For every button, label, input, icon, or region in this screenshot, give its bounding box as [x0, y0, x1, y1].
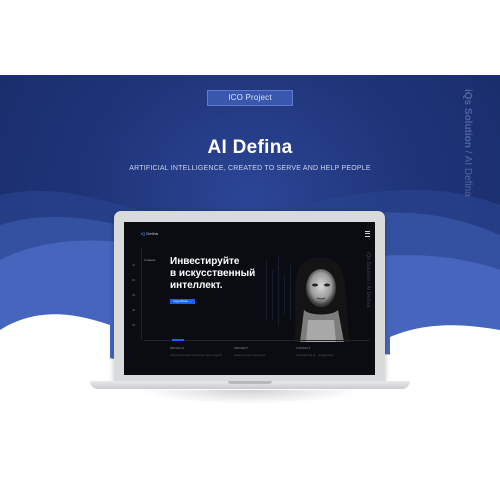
side-number[interactable]: 02 — [132, 273, 135, 288]
screen-vertical-text: iQs Solution / AI Defina — [365, 252, 371, 308]
footer-column-title: CONTACT — [296, 346, 311, 350]
footer-column-text: искусственный интеллект для людей — [170, 353, 222, 357]
page-subtitle: ARTIFICIAL INTELLIGENCE, CREATED TO SERV… — [129, 165, 371, 172]
project-badge: ICO Project — [207, 90, 293, 106]
footer-accent-bar — [172, 339, 184, 341]
site-logo-text: Defina — [146, 231, 158, 236]
side-number[interactable]: 04 — [132, 303, 135, 318]
side-number[interactable]: 01 — [132, 258, 135, 273]
hero-heading: Инвестируйте в искусственный интеллект. — [170, 256, 255, 292]
side-number[interactable]: 03 — [132, 288, 135, 303]
laptop-notch — [228, 381, 272, 384]
page-title: AI Defina — [207, 137, 293, 158]
laptop-screen: iQ Defina 01 02 03 04 05 Главная Инвести… — [124, 222, 375, 375]
footer-column-title: PROJECT — [234, 346, 249, 350]
hero-portrait-image — [264, 250, 360, 342]
hero-heading-line: интеллект. — [170, 280, 223, 291]
hamburger-menu-icon[interactable] — [365, 231, 370, 237]
sidebar-divider — [141, 248, 142, 340]
footer-column: DEFINA AI искусственный интеллект для лю… — [170, 346, 230, 357]
side-number[interactable]: 05 — [132, 318, 135, 333]
nav-item-home[interactable]: Главная — [144, 258, 155, 262]
footer-column-title: DEFINA AI — [170, 346, 185, 350]
footer-column: CONTACT info@defina.ai · поддержка — [296, 346, 356, 357]
more-button[interactable]: подробнее → — [170, 299, 195, 304]
vertical-brand-thin: / AI Defina — [462, 150, 473, 197]
hero-heading-line: в искусственный — [170, 268, 256, 279]
footer-column-text: info@defina.ai · поддержка — [296, 353, 334, 357]
laptop-shadow — [140, 390, 360, 404]
footer-column: PROJECT инвестиции в будущее — [234, 346, 294, 357]
hero-heading-line: Инвестируйте — [170, 256, 240, 267]
side-numbers: 01 02 03 04 05 — [132, 258, 135, 333]
vertical-brand-text: iQs Solution / AI Defina — [462, 89, 473, 197]
footer-column-text: инвестиции в будущее — [234, 353, 266, 357]
site-logo-mark: iQ — [141, 231, 146, 236]
site-logo[interactable]: iQ Defina — [141, 231, 158, 236]
vertical-brand-bold: iQs Solution — [462, 89, 473, 148]
